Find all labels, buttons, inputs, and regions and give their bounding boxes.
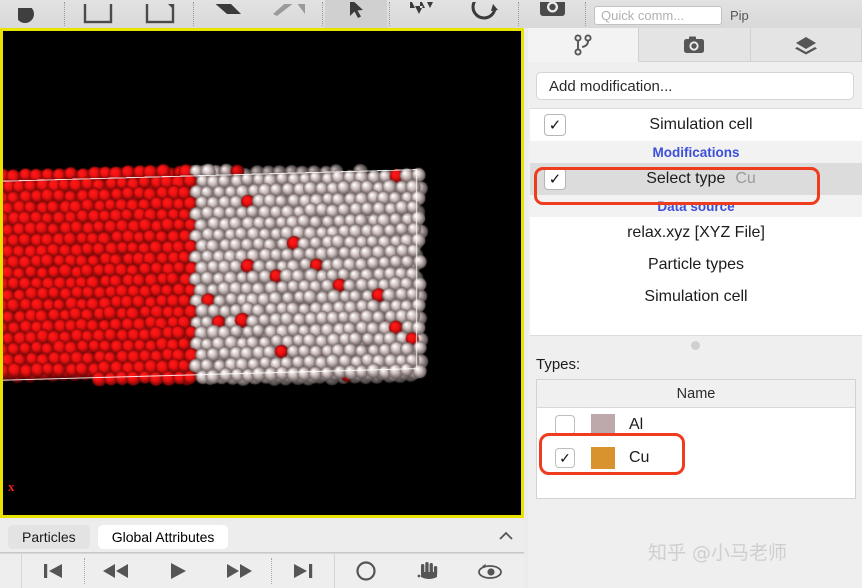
quick-command-placeholder: Quick comm... (601, 8, 685, 23)
animation-playback-bar (0, 553, 524, 588)
simulation-cell-wireframe (3, 169, 417, 381)
pipeline-item-label: Select type Cu (566, 170, 862, 188)
toolbar-separator (389, 2, 390, 26)
command-panel-tabbar (528, 28, 862, 62)
skip-to-start-button[interactable] (22, 554, 84, 588)
rotate-mode-icon[interactable] (454, 0, 516, 28)
pipeline-section-data-source: Data source (530, 195, 862, 217)
play-button[interactable] (147, 554, 209, 588)
toolbar-separator (585, 2, 586, 26)
active-viewport[interactable]: x (0, 28, 524, 518)
render-active-viewport-icon[interactable] (0, 0, 62, 28)
pipeline-item-simulation-cell[interactable]: Simulation cell (530, 281, 862, 313)
pipeline-item-particle-types[interactable]: Particle types (530, 249, 862, 281)
playbar-left-spacer (0, 554, 22, 588)
pipeline-editor-list[interactable]: ✓ Simulation cell Modifications ✓ Select… (530, 108, 862, 336)
step-forward-button[interactable] (209, 554, 271, 588)
command-panel: Add modification... ✓ Simulation cell Mo… (528, 28, 862, 588)
pipeline-item-select-type[interactable]: ✓ Select type Cu (530, 163, 862, 195)
type-color-swatch-cu[interactable] (591, 446, 615, 469)
pipeline-branch-icon[interactable] (528, 28, 640, 62)
type-name-al: Al (629, 415, 644, 433)
viewport-canvas[interactable]: x (3, 31, 521, 515)
table-row[interactable]: ✓ Cu (537, 441, 855, 474)
types-table[interactable]: Name ✓ Al ✓ Cu (536, 379, 856, 499)
pipeline-item-label: relax.xyz [XYZ File] (627, 224, 765, 241)
pipeline-section-modifications: Modifications (530, 141, 862, 163)
quick-command-input[interactable]: Quick comm... (594, 6, 722, 25)
panel-splitter-handle[interactable] (528, 336, 862, 354)
pipeline-item-checkbox[interactable]: ✓ (544, 114, 566, 136)
skip-to-end-button[interactable] (272, 554, 334, 588)
pipelines-menu-label[interactable]: Pip (730, 8, 749, 23)
pipeline-item-label: Simulation cell (644, 288, 748, 305)
toolbar-separator (518, 2, 519, 26)
pipeline-item-label: Simulation cell (649, 116, 753, 133)
axis-x-label: x (8, 479, 15, 494)
tab-particles[interactable]: Particles (8, 524, 90, 549)
main-toolbar: Quick comm... Pip (0, 0, 862, 28)
orbit-tool-button[interactable] (459, 554, 521, 588)
toolbar-separator (322, 2, 323, 26)
types-column-header-name: Name (537, 380, 855, 408)
pipeline-item-source-file[interactable]: relax.xyz [XYZ File] (530, 217, 862, 249)
add-modification-label: Add modification... (549, 77, 673, 95)
select-type-title: Select type (646, 170, 726, 187)
open-file-icon[interactable] (129, 0, 191, 28)
chevron-up-icon[interactable] (498, 530, 514, 543)
type-color-swatch-al[interactable] (591, 413, 615, 436)
types-section-label: Types: (536, 356, 581, 373)
add-modification-area: Add modification... (528, 62, 862, 108)
type-name-cu: Cu (629, 448, 650, 466)
watermark-text: 知乎 @小马老师 (648, 542, 788, 564)
render-camera-icon[interactable] (521, 0, 583, 28)
toolbar-separator (64, 2, 65, 26)
pipeline-item-label: Particle types (647, 256, 745, 273)
pipeline-item-simulation-cell-visual[interactable]: ✓ Simulation cell (530, 109, 862, 141)
tab-global-attributes[interactable]: Global Attributes (97, 524, 229, 549)
pan-tool-button[interactable] (397, 554, 459, 588)
step-back-button[interactable] (85, 554, 147, 588)
add-modification-dropdown[interactable]: Add modification... (536, 72, 854, 100)
pipeline-item-checkbox[interactable]: ✓ (544, 168, 566, 190)
layers-icon[interactable] (750, 28, 862, 62)
type-checkbox-al[interactable]: ✓ (555, 414, 575, 435)
undo-icon[interactable] (196, 0, 258, 28)
data-inspector-tabbar: Particles Global Attributes (0, 521, 524, 553)
camera-icon[interactable] (639, 28, 751, 62)
select-mode-icon[interactable] (325, 0, 387, 28)
table-row[interactable]: ✓ Al (537, 408, 855, 441)
move-mode-icon[interactable] (392, 0, 454, 28)
ovito-application-window: Quick comm... Pip x Particles Global Att… (0, 0, 862, 588)
new-file-icon[interactable] (67, 0, 129, 28)
redo-icon[interactable] (258, 0, 320, 28)
zoom-tool-button[interactable] (335, 554, 397, 588)
select-type-value: Cu (735, 170, 756, 187)
toolbar-separator (193, 2, 194, 26)
type-checkbox-cu[interactable]: ✓ (555, 447, 575, 468)
splitter-dot-icon (690, 340, 700, 350)
